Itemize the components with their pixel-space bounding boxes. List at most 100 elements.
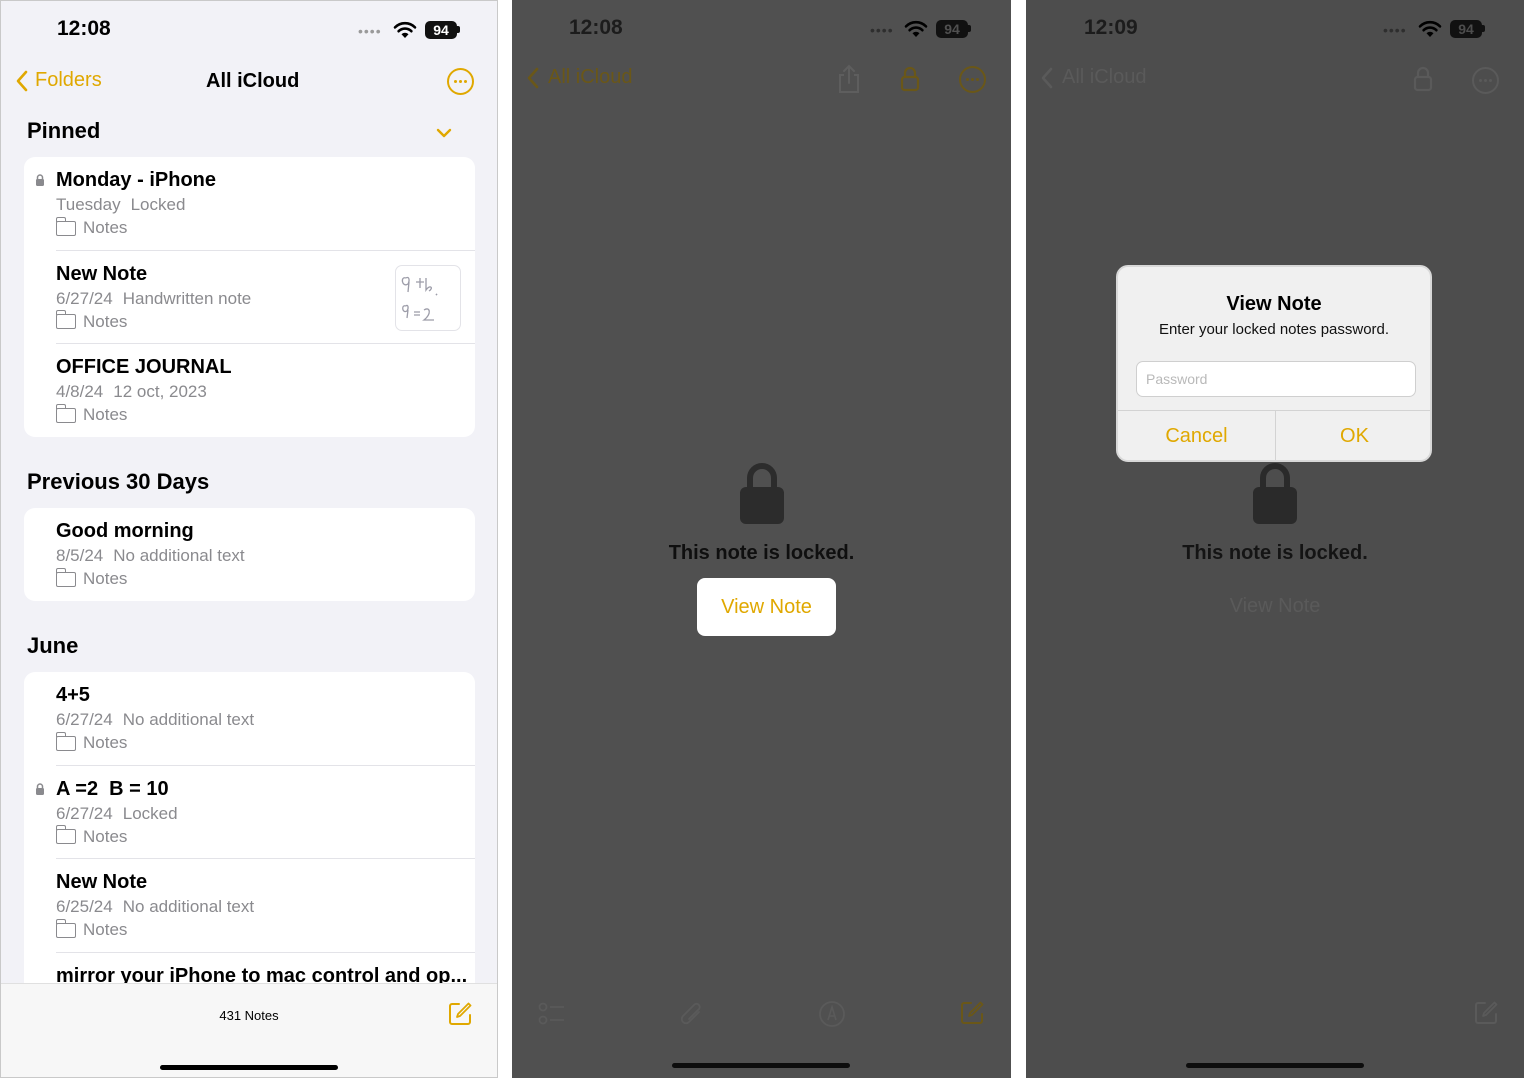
note-title: Monday - iPhone [56,169,216,191]
dialog-message: Enter your locked notes password. [1158,321,1390,338]
back-label: All iCloud [1062,66,1147,88]
locked-message: This note is locked. [668,542,855,564]
section-title-previous-30-days: Previous 30 Days [27,469,210,494]
notes-count: 431 Notes [219,1008,279,1023]
all-icloud-back-button[interactable]: All iCloud [526,66,632,89]
note-folder: Notes [55,825,127,847]
list-item[interactable]: A =2 B = 10 6/27/24 Locked Notes [36,766,475,859]
section-title-pinned: Pinned [27,118,101,143]
note-title: New Note [56,871,148,893]
password-input[interactable] [1136,361,1416,397]
folder-icon [55,825,76,844]
wifi-icon [1418,20,1442,37]
note-subtitle: Tuesday Locked [56,195,186,214]
home-indicator [160,1065,338,1070]
note-subtitle: 6/27/24 Handwritten note [56,288,252,308]
battery-icon: 94 [425,21,457,39]
note-folder: Notes [55,918,127,940]
locked-note-lock-icon [1253,463,1297,524]
battery-tip [968,25,971,32]
view-note-button[interactable]: View Note [1026,595,1524,618]
pinned-notes-card: Monday - iPhone Tuesday Locked Notes New … [24,157,475,437]
wifi-icon [393,21,417,38]
list-item[interactable]: New Note 6/27/24 Handwritten note Notes [55,251,475,344]
chevron-left-icon [527,67,539,88]
status-time: 12:08 [569,16,623,39]
note-title: A =2 B = 10 [56,777,169,800]
battery-tip [1482,25,1485,32]
ok-button[interactable]: OK [1276,410,1430,460]
cancel-button[interactable]: Cancel [1118,410,1275,460]
note-folder: Notes [55,216,127,238]
note-subtitle: 6/27/24 Locked [56,803,178,823]
note-subtitle: 6/27/24 No additional text [56,710,255,729]
note-folder: Notes [55,403,127,425]
status-time: 12:09 [1084,16,1138,39]
compose-icon[interactable] [1474,1000,1499,1025]
folder-icon [55,403,76,423]
locked-note-lock-icon [740,463,784,524]
compose-icon[interactable] [960,1000,985,1025]
home-indicator [1186,1063,1364,1068]
screenshot-stage: 12:08 •••• 94 Folders All iCloud Pinned … [0,0,1524,1078]
lock-icon[interactable] [1413,66,1433,92]
checklist-icon[interactable] [538,1000,566,1028]
lock-icon [36,174,44,186]
signal-icon: •••• [870,22,894,38]
battery-tip [457,26,460,33]
folder-icon [55,567,76,587]
folder-icon [55,216,76,236]
lock-icon[interactable] [900,66,920,92]
folder-icon [55,731,76,751]
home-indicator [672,1063,850,1068]
list-item[interactable]: Monday - iPhone Tuesday Locked Notes [36,157,475,251]
note-subtitle: 8/5/24 No additional text [56,546,245,565]
list-item[interactable]: 4+5 6/27/24 No additional text Notes [55,672,475,766]
all-icloud-back-button[interactable]: All iCloud [1040,66,1146,89]
list-item[interactable]: Good morning 8/5/24 No additional text No… [55,508,475,601]
wifi-icon [904,20,928,37]
chevron-down-icon[interactable] [436,127,452,139]
more-options-icon[interactable] [1472,67,1499,94]
lock-icon [36,782,44,795]
share-icon[interactable] [837,64,861,94]
handwriting-sketch-icon [401,276,438,321]
markup-icon[interactable] [818,1000,846,1028]
note-folder: Notes [55,310,127,332]
handwriting-thumbnail [395,264,461,331]
page-title: All iCloud [206,70,300,92]
folder-icon [55,310,76,329]
note-subtitle: 4/8/24 12 oct, 2023 [56,382,207,401]
section-title-june: June [27,633,79,658]
note-title: 4+5 [56,684,90,706]
list-item[interactable]: New Note 6/25/24 No additional text Notes [55,859,475,953]
chevron-left-icon [1041,67,1053,88]
signal-icon: •••• [1383,22,1407,38]
dialog-title: View Note [1226,293,1322,315]
note-title: New Note [56,262,148,285]
battery-icon: 94 [1450,20,1482,38]
note-subtitle: 6/25/24 No additional text [56,897,255,916]
note-title: OFFICE JOURNAL [56,356,232,378]
more-options-icon[interactable] [447,68,474,95]
back-label: All iCloud [548,66,633,88]
locked-note-screen: 12:08 •••• 94 All iCloud This note is lo… [512,0,1011,1078]
folders-back-button[interactable]: Folders [15,69,102,92]
paperclip-icon[interactable] [679,1000,705,1030]
previous-notes-card: Good morning 8/5/24 No additional text No… [24,508,475,601]
chevron-left-icon [16,70,28,91]
view-note-button[interactable]: View Note [697,578,836,636]
status-time: 12:08 [57,17,111,40]
list-item[interactable]: OFFICE JOURNAL 4/8/24 12 oct, 2023 Notes [55,344,475,437]
compose-icon[interactable] [448,1001,473,1026]
back-label: Folders [35,69,102,91]
locked-message: This note is locked. [1182,542,1368,564]
note-folder: Notes [55,731,127,753]
folder-icon [55,918,76,938]
more-options-icon[interactable] [959,66,986,93]
signal-icon: •••• [358,23,382,39]
password-prompt-screen: 12:09 •••• 94 All iCloud This note is lo… [1026,0,1524,1078]
battery-icon: 94 [936,20,968,38]
note-folder: Notes [55,567,127,589]
notes-list-screen: 12:08 •••• 94 Folders All iCloud Pinned … [0,0,498,1078]
